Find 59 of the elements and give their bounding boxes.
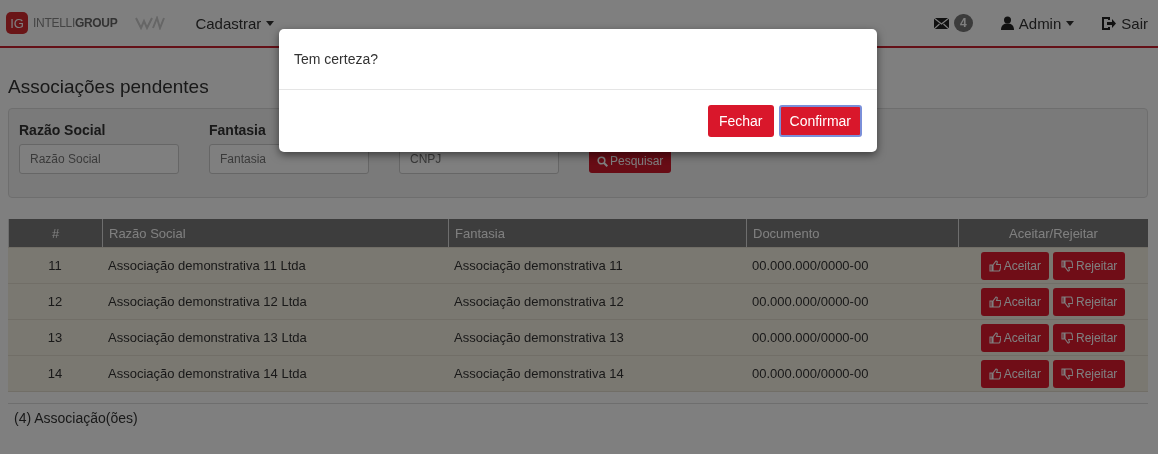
thumbs-down-icon (1061, 367, 1073, 380)
dialog-message: Tem certeza? (294, 51, 379, 67)
table-cell-text: 12 (46, 293, 64, 311)
register-menu[interactable]: Cadastrar (195, 14, 275, 32)
thumbs-down-icon (1061, 331, 1073, 344)
field-label: Razão Social (19, 122, 107, 138)
dialog-button[interactable]: Fechar (707, 105, 774, 137)
column-header: Documento (746, 219, 958, 247)
user-icon (1000, 16, 1014, 30)
reject-button[interactable]: Rejeitar (1053, 323, 1126, 352)
table-cell-text: 00.000.000/0000-00 (751, 257, 870, 275)
accept-button[interactable]: Aceitar (980, 251, 1049, 280)
column-header: # (8, 219, 102, 247)
caret-icon (1066, 20, 1075, 26)
messages-link[interactable]: 4 (934, 14, 973, 32)
thumbs-up-icon (988, 295, 1001, 308)
search-icon (597, 155, 608, 167)
field-label: Fantasia (209, 122, 267, 138)
user-menu[interactable]: Admin (1000, 14, 1075, 32)
table-cell-text: Associação demonstrativa 14 Ltda (107, 365, 308, 383)
envelope-icon (934, 17, 950, 29)
accept-button[interactable]: Aceitar (980, 287, 1049, 316)
thumbs-up-icon (988, 331, 1001, 344)
table-cell-text: 00.000.000/0000-00 (751, 293, 870, 311)
caret-icon (266, 20, 275, 26)
table-cell-text: Associação demonstrativa 13 (453, 329, 625, 347)
logout-link[interactable]: Sair (1102, 14, 1148, 32)
sign-out-icon (1102, 16, 1117, 30)
dialog-button[interactable]: Confirmar (778, 105, 862, 137)
page-title: Associações pendentes (8, 76, 210, 99)
table-cell-text: 00.000.000/0000-00 (751, 329, 870, 347)
thumbs-down-icon (1061, 295, 1073, 308)
column-header: Fantasia (448, 219, 746, 247)
reject-button[interactable]: Rejeitar (1053, 251, 1126, 280)
table-cell-text: Associação demonstrativa 14 (453, 365, 625, 383)
table-cell-text: 14 (46, 365, 64, 383)
logo-mark: IG (6, 12, 28, 34)
table-cell-text: 13 (46, 329, 64, 347)
table-cell-text: 00.000.000/0000-00 (751, 365, 870, 383)
table-cell-text: 11 (47, 257, 63, 275)
column-header: Razão Social (102, 219, 448, 247)
logo-text: INTELLIGROUP (33, 16, 118, 30)
message-count-badge: 4 (954, 14, 973, 32)
filter-input-field[interactable]: Razão Social (19, 144, 179, 174)
table-cell-text: Associação demonstrativa 12 (453, 293, 625, 311)
reject-button[interactable]: Rejeitar (1053, 287, 1126, 316)
thumbs-up-icon (988, 367, 1001, 380)
table-cell-text: Associação demonstrativa 11 Ltda (107, 257, 307, 275)
thumbs-down-icon (1061, 259, 1073, 272)
table-cell-text: Associação demonstrativa 12 Ltda (107, 293, 308, 311)
result-count: (4) Associação(ões) (14, 410, 139, 426)
column-header: Aceitar/Rejeitar (958, 219, 1148, 247)
accept-button[interactable]: Aceitar (980, 359, 1049, 388)
table-cell-text: Associação demonstrativa 13 Ltda (107, 329, 308, 347)
reject-button[interactable]: Rejeitar (1053, 359, 1126, 388)
thumbs-up-icon (988, 259, 1001, 272)
logo-icon (135, 16, 166, 30)
table-cell-text: Associação demonstrativa 11 (453, 257, 624, 275)
accept-button[interactable]: Aceitar (980, 323, 1049, 352)
